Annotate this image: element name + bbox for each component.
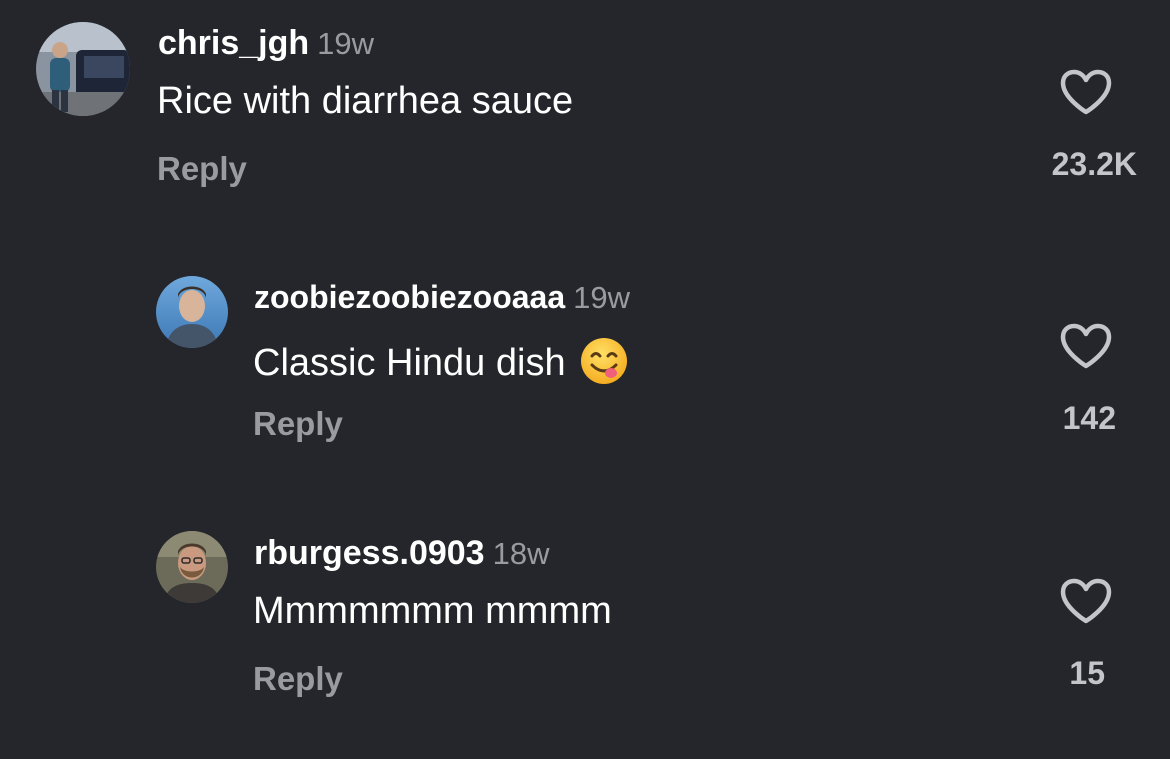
heart-icon: [1060, 578, 1112, 624]
avatar[interactable]: [156, 531, 228, 603]
comment-item: rburgess.0903 18w Mmmmmmm mmmm Reply 15: [0, 513, 1170, 743]
avatar[interactable]: [36, 22, 130, 116]
comment-header: rburgess.0903 18w: [254, 536, 549, 570]
heart-icon: [1060, 323, 1112, 369]
comment-body: Mmmmmmm mmmm: [253, 590, 612, 632]
comment-body: Rice with diarrhea sauce: [157, 80, 574, 122]
avatar[interactable]: [156, 276, 228, 348]
username[interactable]: zoobiezoobiezooaaa: [254, 279, 565, 315]
comment-item: chris_jgh 19w Rice with diarrhea sauce Re…: [0, 0, 1170, 230]
reply-button[interactable]: Reply: [253, 662, 343, 695]
comment-text: Classic Hindu dish: [253, 337, 628, 385]
reply-button[interactable]: Reply: [157, 152, 247, 185]
timestamp: 18w: [492, 536, 550, 571]
like-count: 142: [1062, 400, 1116, 436]
username[interactable]: rburgess.0903: [254, 534, 485, 572]
username[interactable]: chris_jgh: [158, 24, 309, 62]
comment-text: Mmmmmmm mmmm: [253, 592, 612, 630]
heart-icon: [1060, 69, 1112, 115]
comment-header: zoobiezoobiezooaaa 19w: [254, 281, 630, 313]
comment-header: chris_jgh 19w: [158, 26, 374, 60]
reply-button[interactable]: Reply: [253, 407, 343, 440]
like-button[interactable]: [1059, 322, 1113, 370]
portrait-blue-sky-avatar: [156, 276, 228, 348]
like-count: 15: [1069, 655, 1105, 691]
comment-item: zoobiezoobiezooaaa 19w Classic Hindu dish…: [0, 258, 1170, 488]
timestamp: 19w: [573, 280, 631, 315]
timestamp: 19w: [317, 26, 375, 61]
like-button[interactable]: [1059, 577, 1113, 625]
comment-body: Classic Hindu dish: [253, 342, 566, 384]
man-beside-car-avatar: [36, 22, 130, 116]
like-count: 23.2K: [1051, 146, 1137, 182]
face-savoring-food-emoji: [580, 337, 628, 385]
bearded-man-avatar: [156, 531, 228, 603]
comment-text: Rice with diarrhea sauce: [157, 82, 573, 120]
like-button[interactable]: [1059, 68, 1113, 116]
